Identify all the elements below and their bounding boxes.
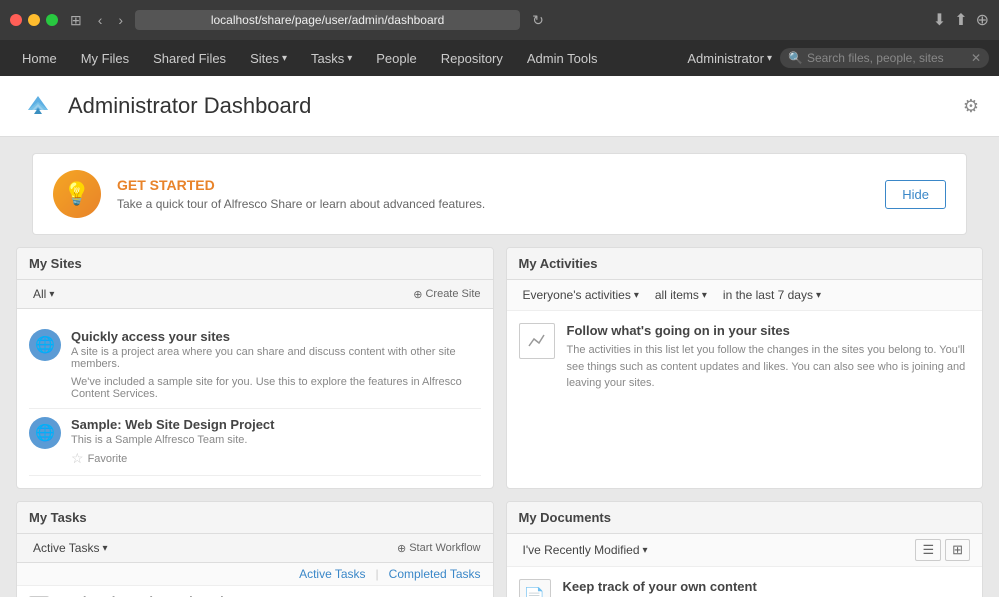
activity-empty-desc: The activities in this list let you foll… bbox=[567, 342, 971, 392]
search-clear-icon[interactable]: ✕ bbox=[971, 51, 981, 65]
activity-text: Follow what's going on in your sites The… bbox=[567, 323, 971, 392]
tasks-separator: | bbox=[376, 567, 379, 581]
sites-filter-dropdown[interactable]: All bbox=[29, 285, 58, 303]
navbar: Home My Files Shared Files Sites Tasks P… bbox=[0, 40, 999, 76]
tasks-filter-dropdown[interactable]: Active Tasks bbox=[29, 539, 112, 557]
share-icon[interactable]: ⬆ bbox=[954, 10, 967, 30]
my-sites-toolbar: All ⊕ Create Site bbox=[17, 280, 493, 309]
activity-filter2-dropdown[interactable]: all items bbox=[651, 286, 711, 304]
favorite-row: ☆ Favorite bbox=[71, 450, 481, 467]
maximize-button[interactable] bbox=[46, 14, 58, 26]
completed-tasks-link[interactable]: Completed Tasks bbox=[389, 567, 481, 581]
doc-content: Keep track of your own content This dash… bbox=[563, 579, 971, 597]
minimize-button[interactable] bbox=[28, 14, 40, 26]
my-documents-header: My Documents bbox=[507, 502, 983, 534]
sidebar-toggle[interactable]: ⊞ bbox=[66, 10, 86, 31]
my-sites-dashlet: My Sites All ⊕ Create Site 🌐 Quickly acc… bbox=[16, 247, 494, 489]
activity-empty-title: Follow what's going on in your sites bbox=[567, 323, 971, 338]
sites-placeholder: 🌐 Quickly access your sites A site is a … bbox=[29, 321, 481, 409]
banner-area: 💡 GET STARTED Take a quick tour of Alfre… bbox=[0, 137, 999, 243]
traffic-lights bbox=[10, 14, 58, 26]
grid-view-button[interactable]: ⊞ bbox=[945, 539, 970, 561]
sample-site-item: 🌐 Sample: Web Site Design Project This i… bbox=[29, 409, 481, 476]
user-menu[interactable]: Administrator bbox=[687, 51, 772, 66]
my-tasks-header: My Tasks bbox=[17, 502, 493, 534]
docs-filter-dropdown[interactable]: I've Recently Modified bbox=[519, 541, 652, 559]
nav-repository[interactable]: Repository bbox=[429, 43, 515, 74]
new-tab-icon[interactable]: ⊕ bbox=[976, 10, 989, 30]
doc-title: Keep track of your own content bbox=[563, 579, 971, 594]
create-site-icon: ⊕ bbox=[413, 288, 422, 301]
page-header: Administrator Dashboard ⚙ bbox=[0, 76, 999, 137]
search-icon: 🔍 bbox=[788, 51, 803, 65]
start-workflow-action[interactable]: ⊕ Start Workflow bbox=[397, 542, 481, 555]
nav-my-files[interactable]: My Files bbox=[69, 43, 141, 74]
close-button[interactable] bbox=[10, 14, 22, 26]
dashlets-grid: My Sites All ⊕ Create Site 🌐 Quickly acc… bbox=[0, 243, 999, 597]
document-icon: 📄 bbox=[519, 579, 551, 597]
alfresco-logo bbox=[20, 88, 56, 124]
my-sites-body: 🌐 Quickly access your sites A site is a … bbox=[17, 309, 493, 488]
banner-icon: 💡 bbox=[53, 170, 101, 218]
nav-admin-tools[interactable]: Admin Tools bbox=[515, 43, 610, 74]
create-site-action[interactable]: ⊕ Create Site bbox=[413, 288, 480, 301]
favorite-label[interactable]: Favorite bbox=[88, 453, 128, 465]
content-area: 💡 GET STARTED Take a quick tour of Alfre… bbox=[0, 137, 999, 597]
nav-tasks[interactable]: Tasks bbox=[299, 43, 364, 74]
favorite-star-icon[interactable]: ☆ bbox=[71, 450, 84, 467]
reload-button[interactable]: ↻ bbox=[528, 10, 548, 31]
activity-chart-icon bbox=[519, 323, 555, 359]
banner-text: GET STARTED Take a quick tour of Alfresc… bbox=[117, 177, 869, 211]
header-left: Administrator Dashboard bbox=[20, 88, 311, 124]
docs-toolbar: I've Recently Modified ☰ ⊞ bbox=[507, 534, 983, 567]
my-activities-dashlet: My Activities Everyone's activities all … bbox=[506, 247, 984, 489]
my-sites-header: My Sites bbox=[17, 248, 493, 280]
list-view-button[interactable]: ☰ bbox=[915, 539, 941, 561]
sample-site-desc: This is a Sample Alfresco Team site. bbox=[71, 434, 481, 446]
sites-empty-message: 🌐 Quickly access your sites A site is a … bbox=[29, 321, 481, 476]
banner-subtitle: Take a quick tour of Alfresco Share or l… bbox=[117, 197, 869, 211]
tasks-subtoolbar: Active Tasks | Completed Tasks bbox=[17, 563, 493, 586]
activity-filter1-dropdown[interactable]: Everyone's activities bbox=[519, 286, 643, 304]
active-tasks-label: Active Tasks bbox=[299, 567, 365, 581]
hide-button[interactable]: Hide bbox=[885, 180, 946, 209]
start-workflow-label[interactable]: Start Workflow bbox=[409, 542, 480, 554]
get-started-banner: 💡 GET STARTED Take a quick tour of Alfre… bbox=[32, 153, 967, 235]
sample-site-content: Sample: Web Site Design Project This is … bbox=[71, 417, 481, 467]
activity-filter3-dropdown[interactable]: in the last 7 days bbox=[719, 286, 825, 304]
nav-people[interactable]: People bbox=[364, 43, 428, 74]
my-activities-header: My Activities bbox=[507, 248, 983, 280]
nav-shared-files[interactable]: Shared Files bbox=[141, 43, 238, 74]
doc-item: 📄 Keep track of your own content This da… bbox=[507, 567, 983, 597]
back-button[interactable]: ‹ bbox=[94, 10, 107, 30]
sample-site-icon: 🌐 bbox=[29, 417, 61, 449]
my-documents-dashlet: My Documents I've Recently Modified ☰ ⊞ … bbox=[506, 501, 984, 597]
activity-empty-state: Follow what's going on in your sites The… bbox=[507, 311, 983, 404]
forward-button[interactable]: › bbox=[114, 10, 127, 30]
placeholder-desc2: We've included a sample site for you. Us… bbox=[71, 376, 481, 400]
page-title: Administrator Dashboard bbox=[68, 93, 311, 119]
activity-filter-bar: Everyone's activities all items in the l… bbox=[507, 280, 983, 311]
placeholder-title: Quickly access your sites bbox=[71, 329, 481, 344]
banner-title: GET STARTED bbox=[117, 177, 869, 193]
search-bar: 🔍 ✕ bbox=[780, 48, 989, 68]
my-tasks-toolbar: Active Tasks ⊕ Start Workflow bbox=[17, 534, 493, 563]
placeholder-desc1: A site is a project area where you can s… bbox=[71, 346, 481, 370]
download-icon[interactable]: ⬇ bbox=[933, 10, 946, 30]
url-bar[interactable]: localhost/share/page/user/admin/dashboar… bbox=[135, 10, 520, 30]
browser-chrome: ⊞ ‹ › localhost/share/page/user/admin/da… bbox=[0, 0, 999, 40]
start-workflow-icon: ⊕ bbox=[397, 542, 406, 555]
nav-home[interactable]: Home bbox=[10, 43, 69, 74]
my-tasks-dashlet: My Tasks Active Tasks ⊕ Start Workflow A… bbox=[16, 501, 494, 597]
docs-view-buttons: ☰ ⊞ bbox=[915, 539, 970, 561]
placeholder-globe-icon: 🌐 bbox=[29, 329, 61, 361]
create-site-label[interactable]: Create Site bbox=[425, 288, 480, 300]
nav-sites[interactable]: Sites bbox=[238, 43, 299, 74]
search-input[interactable] bbox=[807, 51, 967, 65]
sample-site-name[interactable]: Sample: Web Site Design Project bbox=[71, 417, 481, 432]
settings-icon[interactable]: ⚙ bbox=[963, 96, 979, 117]
placeholder-content: Quickly access your sites A site is a pr… bbox=[71, 329, 481, 400]
